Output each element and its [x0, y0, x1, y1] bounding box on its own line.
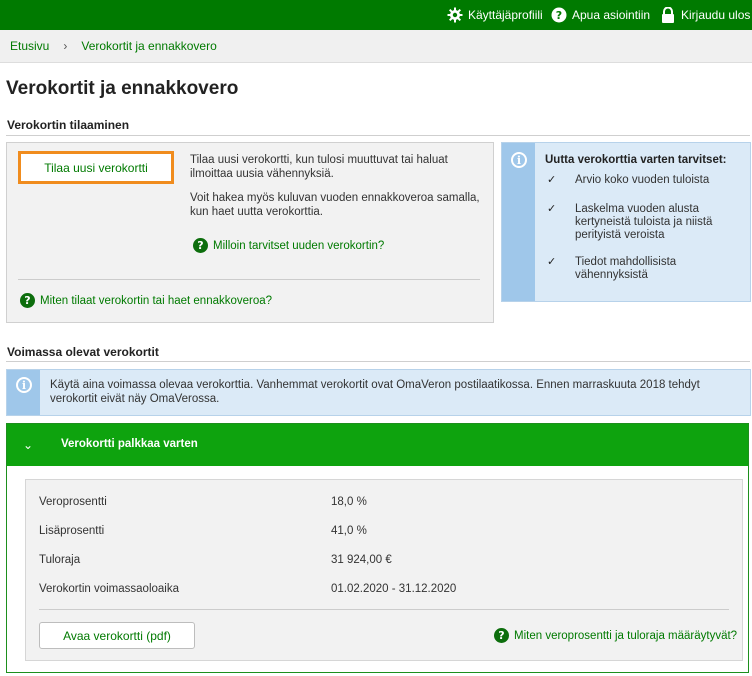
breadcrumb-current[interactable]: Verokortit ja ennakkovero — [81, 39, 216, 53]
valid-section-title: Voimassa olevat verokortit — [7, 345, 159, 359]
accordion-title: Verokortti palkkaa varten — [61, 438, 198, 450]
detail-label: Tuloraja — [39, 554, 81, 566]
how-to-order-link[interactable]: ? Miten tilaat verokortin tai haet ennak… — [20, 293, 272, 308]
rates-info-label: Miten veroprosentti ja tuloraja määräyty… — [514, 629, 738, 642]
validity-notice: i Käytä aina voimassa olevaa verokorttia… — [6, 369, 751, 416]
lock-icon — [660, 7, 676, 23]
check-icon: ✓ — [547, 173, 557, 186]
section-divider — [6, 361, 750, 362]
info-icon: i — [511, 152, 527, 168]
accordion-header[interactable]: ⌄ Verokortti palkkaa varten — [7, 424, 748, 466]
how-to-order-label: Miten tilaat verokortin tai haet ennakko… — [40, 294, 273, 307]
detail-label: Verokortin voimassaoloaika — [39, 583, 179, 595]
breadcrumb-home[interactable]: Etusivu — [10, 39, 49, 53]
need-item: Arvio koko vuoden tuloista — [575, 174, 710, 186]
profile-label: Käyttäjäprofiili — [468, 8, 543, 22]
page-title: Verokortit ja ennakkovero — [6, 78, 239, 99]
chevron-down-icon: ⌄ — [22, 438, 34, 452]
rates-info-link[interactable]: ? Miten veroprosentti ja tuloraja määräy… — [494, 628, 737, 643]
breadcrumb: Etusivu › Verokortit ja ennakkovero — [0, 30, 752, 63]
when-needed-label: Milloin tarvitset uuden verokortin? — [213, 239, 385, 252]
logout-label: Kirjaudu ulos — [681, 8, 751, 22]
detail-label: Veroprosentti — [39, 496, 107, 508]
help-label: Apua asiointiin — [572, 8, 651, 22]
question-icon: ? — [494, 628, 509, 643]
detail-value: 18,0 % — [331, 496, 367, 508]
question-icon: ? — [193, 238, 208, 253]
breadcrumb-separator: › — [63, 39, 68, 53]
logout-link[interactable]: Kirjaudu ulos — [660, 0, 750, 30]
check-icon: ✓ — [547, 202, 557, 215]
ordering-description-2: Voit hakea myös kuluvan vuoden ennakkove… — [190, 192, 480, 218]
question-icon: ? — [20, 293, 35, 308]
section-divider — [6, 135, 750, 136]
info-icon: i — [16, 377, 32, 393]
detail-label: Lisäprosentti — [39, 525, 105, 537]
help-link[interactable]: ? Apua asiointiin — [551, 0, 650, 30]
taxcard-details: Veroprosentti 18,0 % Lisäprosentti 41,0 … — [25, 479, 743, 661]
top-bar: Käyttäjäprofiili ? Apua asiointiin Kirja… — [0, 0, 752, 30]
taxcard-accordion: ⌄ Verokortti palkkaa varten Veroprosentt… — [6, 423, 749, 673]
help-icon: ? — [551, 7, 567, 23]
gear-icon — [447, 7, 463, 23]
info-strip: i — [502, 143, 535, 301]
detail-value: 31 924,00 € — [331, 554, 392, 566]
when-needed-link[interactable]: ? Milloin tarvitset uuden verokortin? — [193, 238, 384, 253]
open-pdf-button[interactable]: Avaa verokortti (pdf) — [39, 622, 195, 649]
ordering-section-title: Verokortin tilaaminen — [7, 118, 130, 132]
details-divider — [39, 609, 729, 610]
panel-divider — [18, 279, 480, 280]
detail-value: 01.02.2020 - 31.12.2020 — [331, 583, 457, 595]
needs-title: Uutta verokorttia varten tarvitset: — [545, 154, 727, 166]
svg-text:?: ? — [556, 9, 562, 22]
needs-info-box: i Uutta verokorttia varten tarvitset: ✓ … — [501, 142, 751, 302]
need-item: Tiedot mahdollisista vähennyksistä — [575, 256, 677, 281]
check-icon: ✓ — [547, 255, 557, 268]
validity-notice-text: Käytä aina voimassa olevaa verokorttia. … — [50, 379, 700, 405]
info-strip: i — [7, 370, 40, 415]
profile-link[interactable]: Käyttäjäprofiili — [447, 0, 543, 30]
order-new-taxcard-button[interactable]: Tilaa uusi verokortti — [18, 151, 174, 184]
need-item: Laskelma vuoden alusta kertyneistä tuloi… — [575, 203, 713, 241]
ordering-description-1: Tilaa uusi verokortti, kun tulosi muuttu… — [190, 154, 448, 180]
detail-value: 41,0 % — [331, 525, 367, 537]
